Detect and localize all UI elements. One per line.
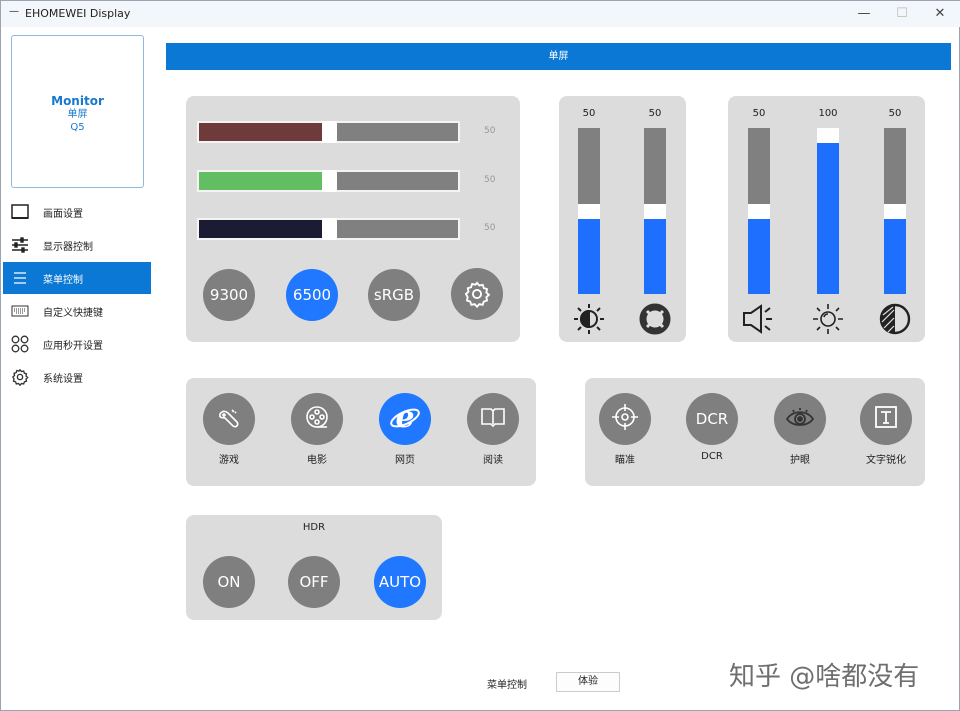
preset-9300-button[interactable]: 9300 xyxy=(203,269,255,321)
sidebar-item-label: 画面设置 xyxy=(43,208,83,220)
blue-value: 50 xyxy=(484,223,496,233)
device-model: Q5 xyxy=(70,122,85,133)
slider-thumb[interactable] xyxy=(578,203,600,219)
app-icon: — xyxy=(9,6,19,17)
slider-thumb[interactable] xyxy=(321,169,337,192)
contrast-value: 50 xyxy=(648,108,662,119)
slider-thumb[interactable] xyxy=(321,218,337,240)
contrast-icon xyxy=(877,301,913,340)
sidebar-item-3[interactable]: 自定义快捷键 xyxy=(3,295,151,327)
device-name: Monitor xyxy=(51,94,104,108)
feature-label: 瞄准 xyxy=(615,455,635,466)
window-title: EHOMEWEI Display xyxy=(25,7,131,20)
minimize-button[interactable]: — xyxy=(849,3,879,25)
slider-thumb[interactable] xyxy=(884,203,906,219)
volume-slider[interactable] xyxy=(748,128,770,294)
brightness-value: 50 xyxy=(582,108,596,119)
feature-0-button[interactable] xyxy=(599,393,651,445)
page-header: 单屏 xyxy=(166,43,951,70)
gamepad-icon xyxy=(214,402,244,436)
mode-label: 网页 xyxy=(395,455,415,466)
apps-icon xyxy=(11,335,29,353)
mode-0-button[interactable] xyxy=(203,393,255,445)
sidebar-item-4[interactable]: 应用秒开设置 xyxy=(3,328,151,360)
experience-button[interactable]: 体验 xyxy=(556,672,620,692)
sidebar-item-5[interactable]: 系统设置 xyxy=(3,361,151,393)
feature-1-button[interactable]: DCR xyxy=(686,393,738,445)
hdr-off-button[interactable]: OFF xyxy=(288,556,340,608)
mode-label: 游戏 xyxy=(219,455,239,466)
monitor-icon xyxy=(11,203,29,221)
dcr-icon: DCR xyxy=(695,410,729,428)
feature-label: DCR xyxy=(701,451,723,462)
preset-6500-button[interactable]: 6500 xyxy=(286,269,338,321)
close-button[interactable]: ✕ xyxy=(925,3,955,25)
mode-3-button[interactable] xyxy=(467,393,519,445)
sidebar-item-label: 系统设置 xyxy=(43,373,83,385)
blue-slider[interactable] xyxy=(197,218,460,240)
sidebar-item-label: 自定义快捷键 xyxy=(43,307,103,319)
mode-label: 阅读 xyxy=(483,455,503,466)
brightness-slider[interactable] xyxy=(578,128,600,294)
sidebar-item-label: 显示器控制 xyxy=(43,241,93,253)
title-bar: — EHOMEWEI Display — ☐ ✕ xyxy=(1,1,960,27)
gear-icon xyxy=(11,368,29,386)
sliders-icon xyxy=(11,236,29,254)
device-card[interactable]: Monitor 单屏 Q5 xyxy=(11,35,144,188)
slider-thumb[interactable] xyxy=(644,203,666,219)
red-value: 50 xyxy=(484,126,496,136)
feature-2-button[interactable] xyxy=(774,393,826,445)
backlight-value: 100 xyxy=(818,108,838,119)
red-slider[interactable] xyxy=(197,121,460,143)
hdr-on-button[interactable]: ON xyxy=(203,556,255,608)
gamma-value: 50 xyxy=(888,108,902,119)
mode-2-button[interactable]: e xyxy=(379,393,431,445)
film-reel-icon xyxy=(302,402,332,436)
sidebar-item-0[interactable]: 画面设置 xyxy=(3,196,151,228)
brightness-contrast-icon xyxy=(571,301,607,340)
ie-browser-icon: e xyxy=(388,400,422,438)
crosshair-icon xyxy=(610,402,640,436)
custom-color-settings-button[interactable] xyxy=(451,268,503,320)
feature-3-button[interactable] xyxy=(860,393,912,445)
maximize-button[interactable]: ☐ xyxy=(887,3,917,25)
slider-thumb[interactable] xyxy=(321,121,337,143)
slider-thumb[interactable] xyxy=(748,203,770,219)
sidebar-item-label: 应用秒开设置 xyxy=(43,340,103,352)
book-icon xyxy=(478,402,508,436)
device-mode: 单屏 xyxy=(67,109,88,120)
contrast-slider[interactable] xyxy=(644,128,666,294)
volume-value: 50 xyxy=(752,108,766,119)
lifebuoy-icon xyxy=(637,301,673,340)
sun-icon xyxy=(810,301,846,340)
mode-label: 电影 xyxy=(307,455,327,466)
gamma-slider[interactable] xyxy=(884,128,906,294)
svg-text:e: e xyxy=(395,400,414,434)
menu-icon xyxy=(11,269,29,287)
green-slider[interactable] xyxy=(197,169,460,192)
slider-thumb[interactable] xyxy=(817,128,839,143)
footer-section-label: 菜单控制 xyxy=(487,680,527,691)
green-value: 50 xyxy=(484,174,496,185)
speaker-icon xyxy=(741,301,777,340)
sidebar-item-1[interactable]: 显示器控制 xyxy=(3,229,151,261)
backlight-slider[interactable] xyxy=(817,128,839,294)
feature-label: 文字锐化 xyxy=(866,455,906,466)
hdr-auto-button[interactable]: AUTO xyxy=(374,556,426,608)
gear-icon xyxy=(464,281,491,308)
hdr-title: HDR xyxy=(302,522,326,533)
mode-1-button[interactable] xyxy=(291,393,343,445)
preset-sRGB-button[interactable]: sRGB xyxy=(368,269,420,321)
sidebar-item-2[interactable]: 菜单控制 xyxy=(3,262,151,294)
keyboard-icon xyxy=(11,302,29,320)
text-sharpen-icon xyxy=(871,402,901,436)
eye-icon xyxy=(784,402,816,436)
feature-label: 护眼 xyxy=(790,455,810,466)
sidebar-item-label: 菜单控制 xyxy=(43,274,83,286)
watermark: 知乎 @啥都没有 xyxy=(729,662,920,692)
